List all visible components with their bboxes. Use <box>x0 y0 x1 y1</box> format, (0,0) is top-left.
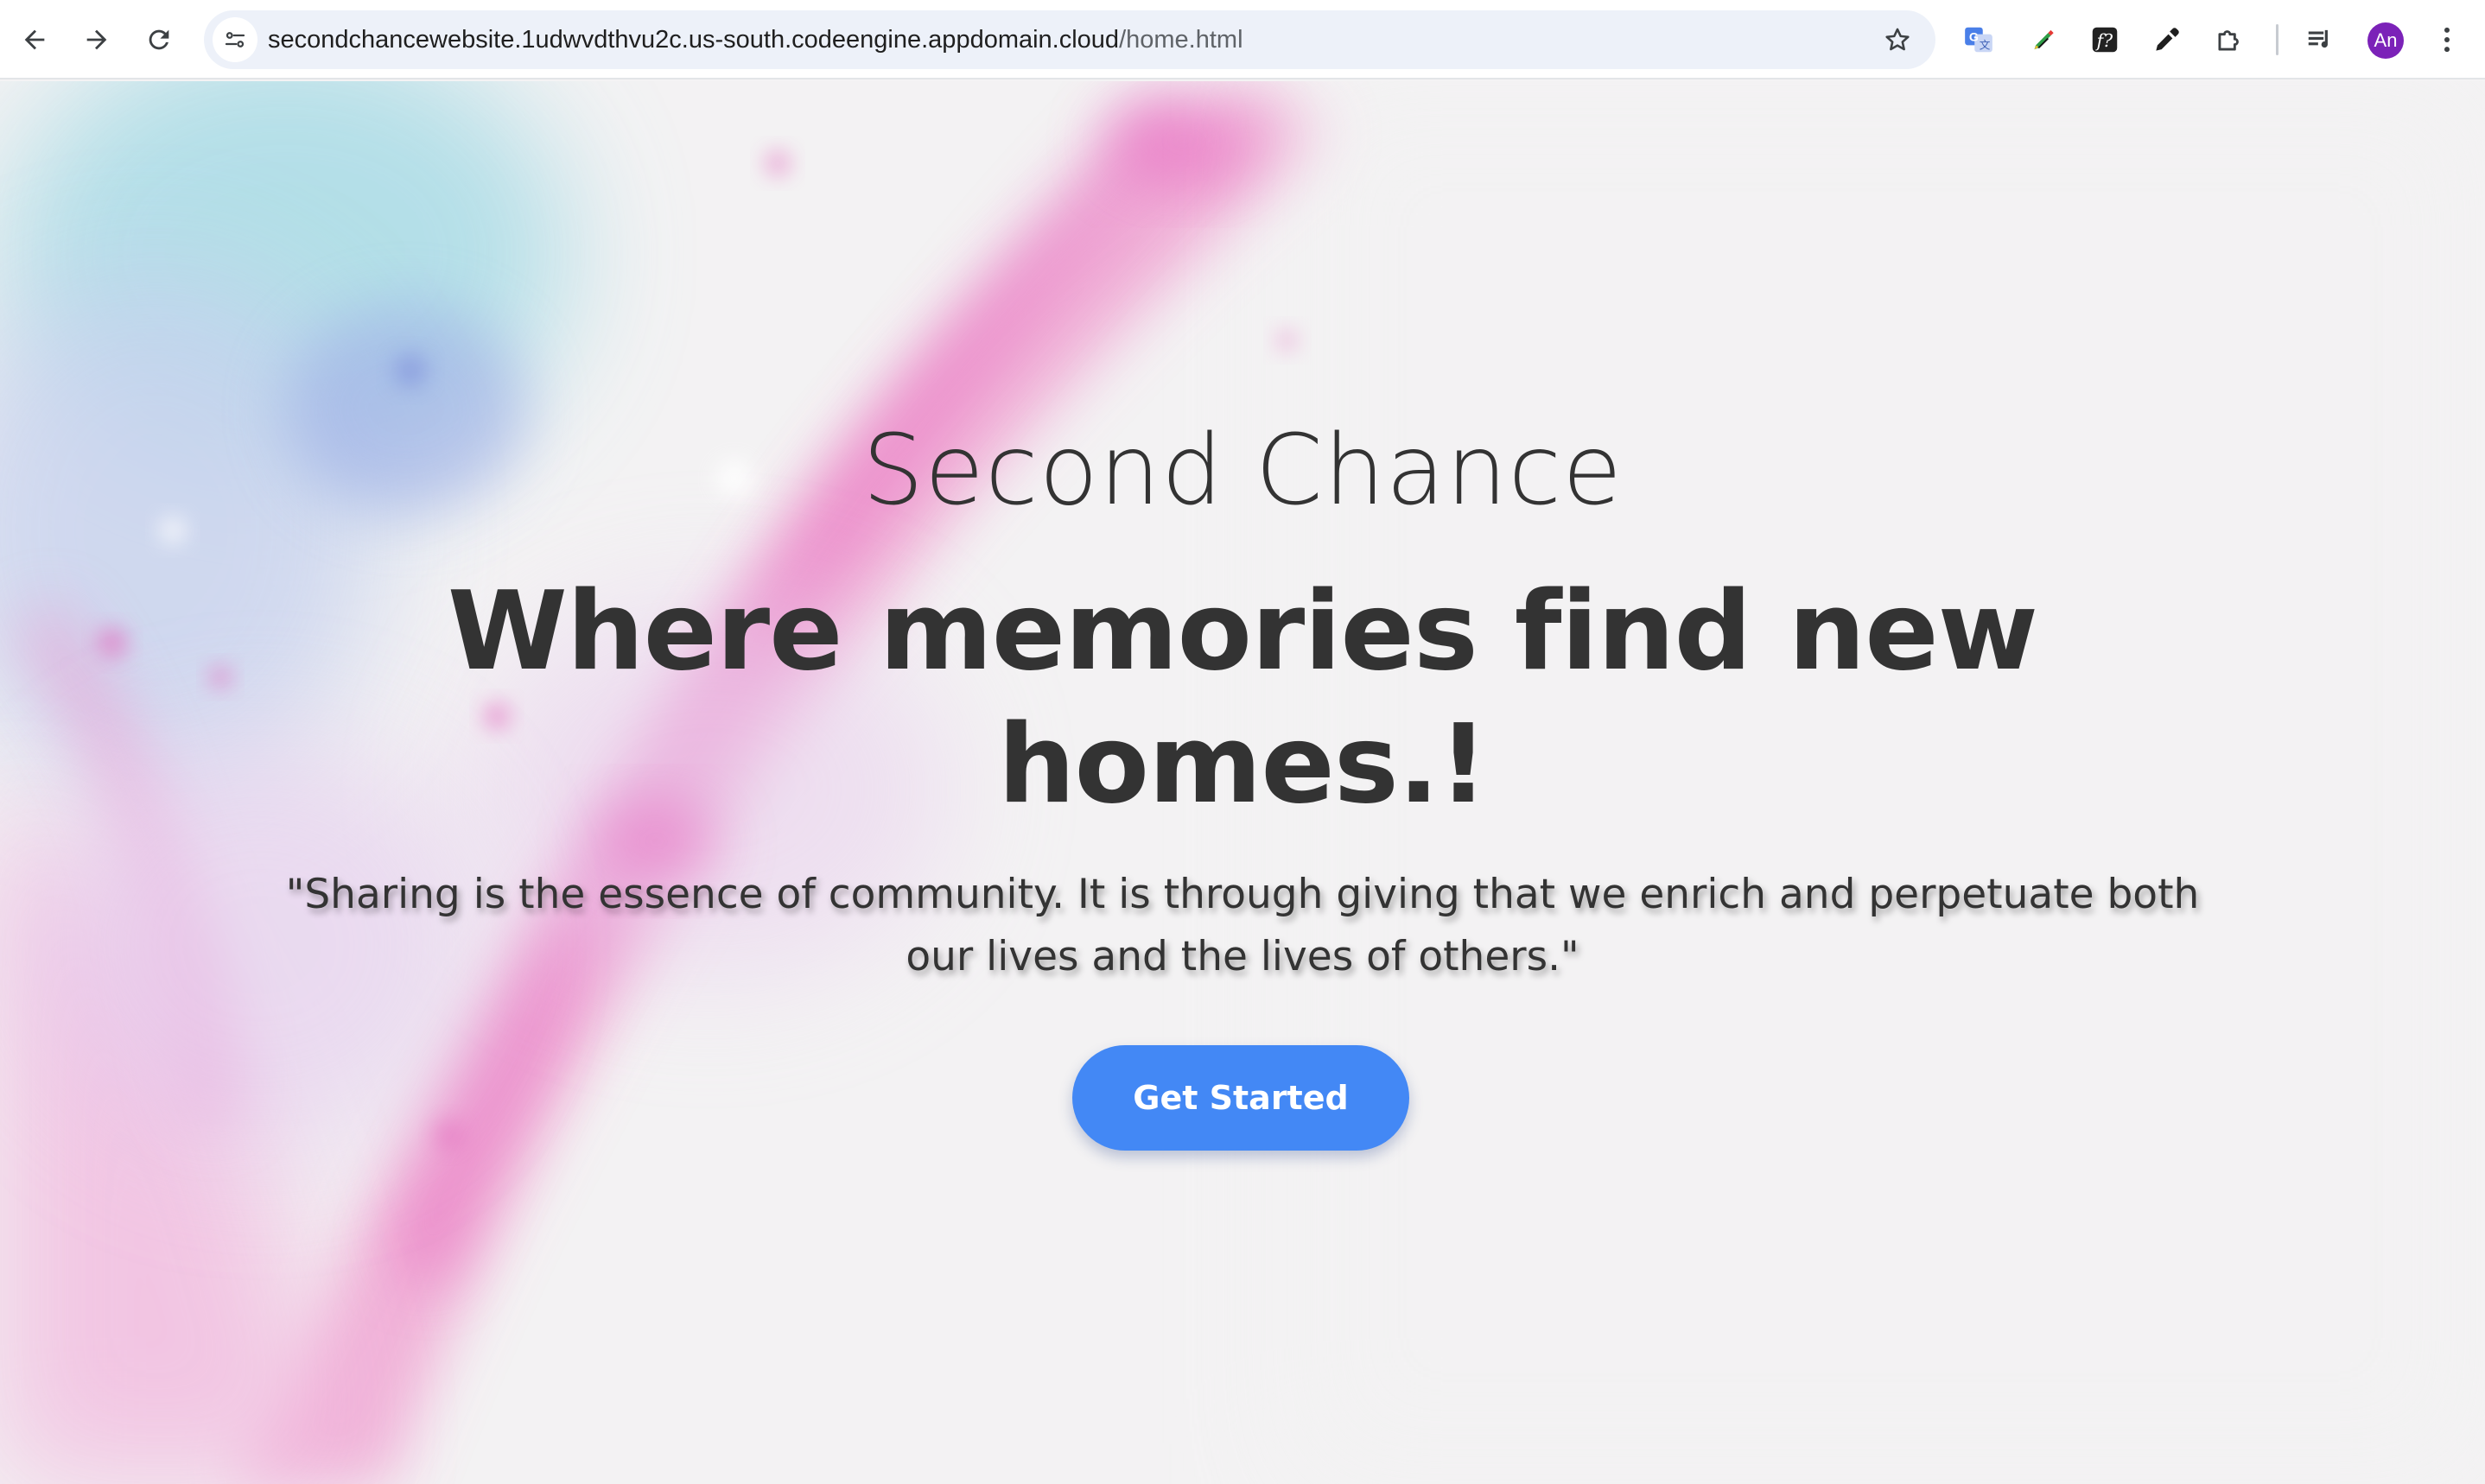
browser-menu-button[interactable] <box>2426 19 2468 60</box>
get-started-button[interactable]: Get Started <box>1072 1045 1409 1151</box>
site-name: Second Chance <box>861 415 1624 527</box>
google-translate-icon: G 文 <box>1965 27 1992 53</box>
site-info-button[interactable] <box>213 17 257 62</box>
toolbar-divider <box>2276 24 2278 55</box>
svg-text:文: 文 <box>1980 39 1991 51</box>
font-finder-extension-icon: f? <box>2092 27 2118 53</box>
svg-text:f?: f? <box>2095 30 2114 51</box>
site-info-icon <box>225 32 245 48</box>
hero-heading: Where memories find new homes.! <box>447 568 2038 828</box>
color-pen-extension-icon <box>2034 29 2054 50</box>
eyedropper-extension-icon <box>2156 28 2179 51</box>
back-arrow-icon <box>24 29 45 50</box>
translate-extension-button[interactable]: G 文 <box>1958 19 1999 60</box>
url-text[interactable]: secondchancewebsite.1udwvdthvu2c.us-sout… <box>268 10 1243 69</box>
address-bar[interactable]: secondchancewebsite.1udwvdthvu2c.us-sout… <box>204 10 1935 69</box>
reload-icon <box>149 29 169 50</box>
browser-toolbar: secondchancewebsite.1udwvdthvu2c.us-sout… <box>0 0 2485 79</box>
kebab-menu-icon <box>2444 27 2450 53</box>
url-host: secondchancewebsite.1udwvdthvu2c.us-sout… <box>268 26 1120 54</box>
media-queue-icon <box>2308 29 2328 48</box>
reload-button[interactable] <box>135 16 183 64</box>
url-path: /home.html <box>1119 26 1243 54</box>
eyedropper-extension-button[interactable] <box>2146 19 2188 60</box>
svg-text:G: G <box>1969 31 1979 45</box>
star-icon <box>1885 28 1910 51</box>
hero-section: Second Chance Where memories find new ho… <box>0 81 2485 1484</box>
media-controls-button[interactable] <box>2300 19 2342 60</box>
hero-quote: "Sharing is the essence of community. It… <box>285 871 2200 980</box>
font-extension-button[interactable]: f? <box>2084 19 2126 60</box>
bookmark-button[interactable] <box>1877 19 1918 60</box>
extensions-button[interactable] <box>2209 19 2250 60</box>
back-button[interactable] <box>10 16 59 64</box>
profile-avatar[interactable]: An <box>2367 22 2404 59</box>
puzzle-extensions-icon <box>2218 30 2239 51</box>
forward-button[interactable] <box>73 16 121 64</box>
color-extension-button[interactable] <box>2022 19 2063 60</box>
forward-arrow-icon <box>86 29 107 50</box>
